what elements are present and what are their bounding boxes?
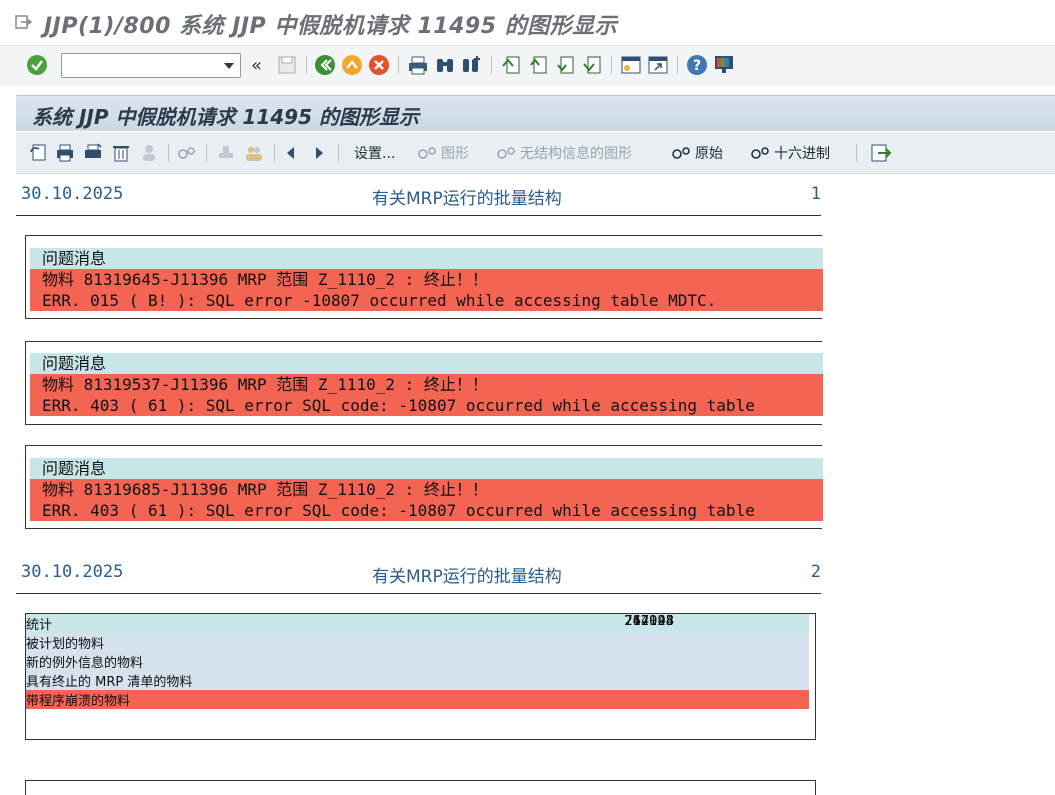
find-next-icon[interactable] <box>461 54 483 76</box>
command-field[interactable] <box>61 53 241 78</box>
hex-button[interactable]: 十六进制 <box>750 142 830 164</box>
separator <box>398 56 399 74</box>
separator <box>274 144 275 162</box>
customize-layout-icon[interactable] <box>713 54 735 76</box>
problem-caption: 问题消息 <box>30 458 823 479</box>
shortcut-icon[interactable] <box>647 54 669 76</box>
problem-block: 问题消息 物料 81319685-J11396 MRP 范围 Z_1110_2 … <box>25 445 823 529</box>
problem-block: 问题消息 物料 81319645-J11396 MRP 范围 Z_1110_2 … <box>25 235 823 319</box>
separator <box>491 56 492 74</box>
page-title: 有关MRP运行的批量结构 <box>372 567 562 587</box>
print-icon[interactable] <box>407 54 429 76</box>
hex-label: 十六进制 <box>774 146 830 162</box>
next-icon[interactable] <box>312 145 326 161</box>
export-icon[interactable] <box>870 143 892 163</box>
unstructured-graphics-label: 无结构信息的图形 <box>520 146 632 162</box>
refresh-icon[interactable] <box>28 143 48 163</box>
glasses-icon <box>751 147 769 159</box>
application-toolbar: 设置... 图形 无结构信息的图形 原始 十六进制 <box>16 132 1055 174</box>
separator <box>611 56 612 74</box>
separator <box>856 144 857 162</box>
problem-error-line: ERR. 403 ( 61 ): SQL error SQL code: -10… <box>30 500 823 521</box>
glasses-icon <box>672 147 690 159</box>
problem-caption: 问题消息 <box>30 353 823 374</box>
print-immediately-icon[interactable] <box>83 143 103 163</box>
problem-material-line: 物料 81319537-J11396 MRP 范围 Z_1110_2 : 终止！… <box>30 374 823 395</box>
page-number: 2 <box>810 562 821 582</box>
first-page-icon[interactable] <box>500 54 522 76</box>
separator <box>338 144 339 162</box>
find-icon[interactable] <box>434 54 456 76</box>
statistics-label: 新的例外信息的物料 <box>26 656 144 671</box>
previous-page-icon[interactable] <box>527 54 549 76</box>
settings-label: 设置... <box>354 146 396 162</box>
statistics-row: 带程序崩溃的物料 3 <box>26 614 809 709</box>
delete-icon[interactable] <box>111 143 131 163</box>
help-icon[interactable]: ? <box>686 54 708 76</box>
raw-label: 原始 <box>695 146 723 162</box>
page-header: 30.10.2025 有关MRP运行的批量结构 2 <box>16 553 821 594</box>
divider <box>16 215 821 216</box>
page-title: 有关MRP运行的批量结构 <box>372 189 562 209</box>
save-icon[interactable] <box>276 54 298 76</box>
statistics-value: 3 <box>665 614 674 629</box>
next-page-icon[interactable] <box>554 54 576 76</box>
statistics-block: 统计 被计划的物料 717048 新的例外信息的物料 262924 具有终止的 … <box>25 613 816 740</box>
divider <box>16 593 821 594</box>
cancel-icon[interactable] <box>368 54 390 76</box>
raw-button[interactable]: 原始 <box>671 142 723 164</box>
statistics-row: 新的例外信息的物料 262924 <box>26 614 809 671</box>
users-icon <box>246 147 262 161</box>
window-titlebar: JJP(1)/800 系统 JJP 中假脱机请求 11495 的图形显示 <box>0 0 1055 46</box>
screen-title: 系统 JJP 中假脱机请求 11495 的图形显示 <box>32 105 419 129</box>
next-block <box>25 780 816 795</box>
last-page-icon[interactable] <box>581 54 603 76</box>
statistics-label: 具有终止的 MRP 清单的物料 <box>26 675 193 690</box>
stamp-icon <box>219 146 233 158</box>
enter-icon[interactable] <box>26 54 48 76</box>
problem-material-line: 物料 81319685-J11396 MRP 范围 Z_1110_2 : 终止！… <box>30 479 823 500</box>
graphics-label: 图形 <box>441 146 469 162</box>
statistics-caption: 统计 <box>26 614 809 633</box>
problem-error-line: ERR. 015 ( B! ): SQL error -10807 occurr… <box>30 290 823 311</box>
svg-text:?: ? <box>693 58 701 74</box>
graphics-button: 图形 <box>417 142 469 164</box>
previous-icon[interactable] <box>284 145 298 161</box>
statistics-label: 带程序崩溃的物料 <box>26 694 131 709</box>
page-number: 1 <box>810 184 821 204</box>
window-menu-icon[interactable] <box>14 13 32 31</box>
back-icon[interactable] <box>314 54 336 76</box>
statistics-row: 具有终止的 MRP 清单的物料 244193 <box>26 614 809 690</box>
system-toolbar: « ? <box>0 46 1055 86</box>
glasses-icon <box>497 147 515 159</box>
command-input[interactable] <box>62 54 212 77</box>
exit-icon[interactable] <box>341 54 363 76</box>
screen-title-bar: 系统 JJP 中假脱机请求 11495 的图形显示 <box>16 95 1055 131</box>
collapse-icon[interactable]: « <box>251 55 262 76</box>
separator <box>306 56 307 74</box>
problem-caption: 问题消息 <box>30 248 823 269</box>
window-title: JJP(1)/800 系统 JJP 中假脱机请求 11495 的图形显示 <box>44 14 618 39</box>
statistics-row: 被计划的物料 717048 <box>26 614 809 652</box>
page-date: 30.10.2025 <box>21 562 124 582</box>
page-date: 30.10.2025 <box>21 184 124 204</box>
problem-block: 问题消息 物料 81319537-J11396 MRP 范围 Z_1110_2 … <box>25 341 823 425</box>
user-icon <box>143 145 155 161</box>
display-icon <box>178 147 195 159</box>
separator <box>168 144 169 162</box>
unstructured-graphics-button: 无结构信息的图形 <box>496 142 632 164</box>
settings-button[interactable]: 设置... <box>354 142 395 164</box>
print-icon[interactable] <box>55 143 75 163</box>
chevron-down-icon[interactable] <box>224 63 234 69</box>
page-header: 30.10.2025 有关MRP运行的批量结构 1 <box>16 175 821 216</box>
statistics-label: 被计划的物料 <box>26 637 105 652</box>
spool-content: 30.10.2025 有关MRP运行的批量结构 1 问题消息 物料 813196… <box>16 175 1055 795</box>
problem-material-line: 物料 81319645-J11396 MRP 范围 Z_1110_2 : 终止！… <box>30 269 823 290</box>
separator <box>677 56 678 74</box>
glasses-icon <box>418 147 436 159</box>
problem-error-line: ERR. 403 ( 61 ): SQL error SQL code: -10… <box>30 395 823 416</box>
separator <box>206 144 207 162</box>
new-session-icon[interactable] <box>620 54 642 76</box>
